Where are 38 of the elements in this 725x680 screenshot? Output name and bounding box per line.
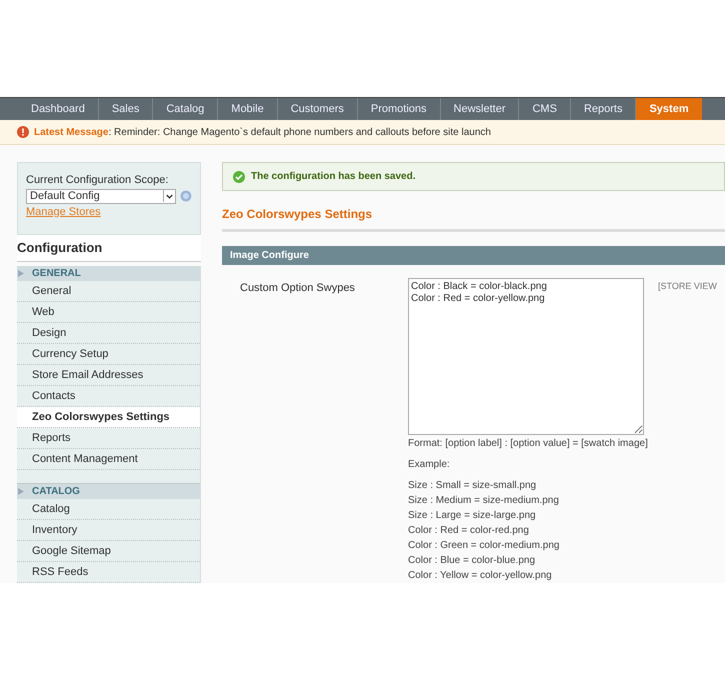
triangle-icon xyxy=(18,270,24,277)
sidebar-item[interactable]: General xyxy=(17,281,200,302)
sidebar-item[interactable]: Reports xyxy=(17,428,200,449)
field-label: Custom Option Swypes xyxy=(240,281,356,296)
format-note: Format: [option label] : [option value] = [swatch image] xyxy=(408,437,649,451)
scope-select[interactable]: Default Config xyxy=(26,188,176,204)
notice-text: Latest Message: Reminder: Change Magento`s default phone numbers and callouts before site launch xyxy=(34,126,491,140)
scope-label: Current Configuration Scope: xyxy=(26,173,170,188)
scope-tag: [STORE VIEW xyxy=(658,278,717,583)
example-label: Example: xyxy=(408,458,451,472)
success-message: The configuration has been saved. xyxy=(222,162,725,192)
sidebar-item[interactable]: Web xyxy=(17,302,200,323)
sidebar-title: Configuration xyxy=(17,235,201,262)
sidebar-item[interactable]: Currency Setup xyxy=(17,344,200,365)
dropdown-arrow-icon[interactable] xyxy=(163,190,176,202)
sidebar-item[interactable]: Google Sitemap xyxy=(17,541,200,562)
sidebar-item[interactable]: Zeo Colorswypes Settings xyxy=(17,407,200,428)
example-line: Color : Green = color-medium.png xyxy=(408,539,560,553)
sidebar-item[interactable]: Store Email Addresses xyxy=(17,365,200,386)
section-header[interactable]: CATALOG xyxy=(17,484,200,499)
sidebar-item[interactable]: Content Management xyxy=(17,449,200,470)
sidebar-item[interactable]: RSS Feeds xyxy=(17,562,200,583)
check-icon xyxy=(233,170,245,183)
sidebar-item[interactable]: Inventory xyxy=(17,520,200,541)
fieldset-header[interactable]: Image Configure xyxy=(222,246,725,265)
example-line: Size : Small = size-small.png xyxy=(408,479,538,493)
warning-icon xyxy=(17,126,29,138)
example-line: Size : Medium = size-medium.png xyxy=(408,494,560,508)
sidebar-item[interactable]: Catalog xyxy=(17,499,200,520)
triangle-icon xyxy=(18,488,24,495)
example-line: Size : Large = size-large.png xyxy=(408,509,537,523)
example-line: Color : Blue = color-blue.png xyxy=(408,554,536,568)
example-line: Color : Yellow = color-yellow.png xyxy=(408,569,553,583)
example-line: Color : Red = color-red.png xyxy=(408,524,530,538)
sidebar-item[interactable]: Design xyxy=(17,323,200,344)
section-header[interactable]: GENERAL xyxy=(17,266,200,281)
swypes-textarea[interactable]: Color : Black = color-black.png Color : Red = color-yellow.png xyxy=(408,278,644,435)
page-title: Zeo Colorswypes Settings xyxy=(222,205,725,232)
